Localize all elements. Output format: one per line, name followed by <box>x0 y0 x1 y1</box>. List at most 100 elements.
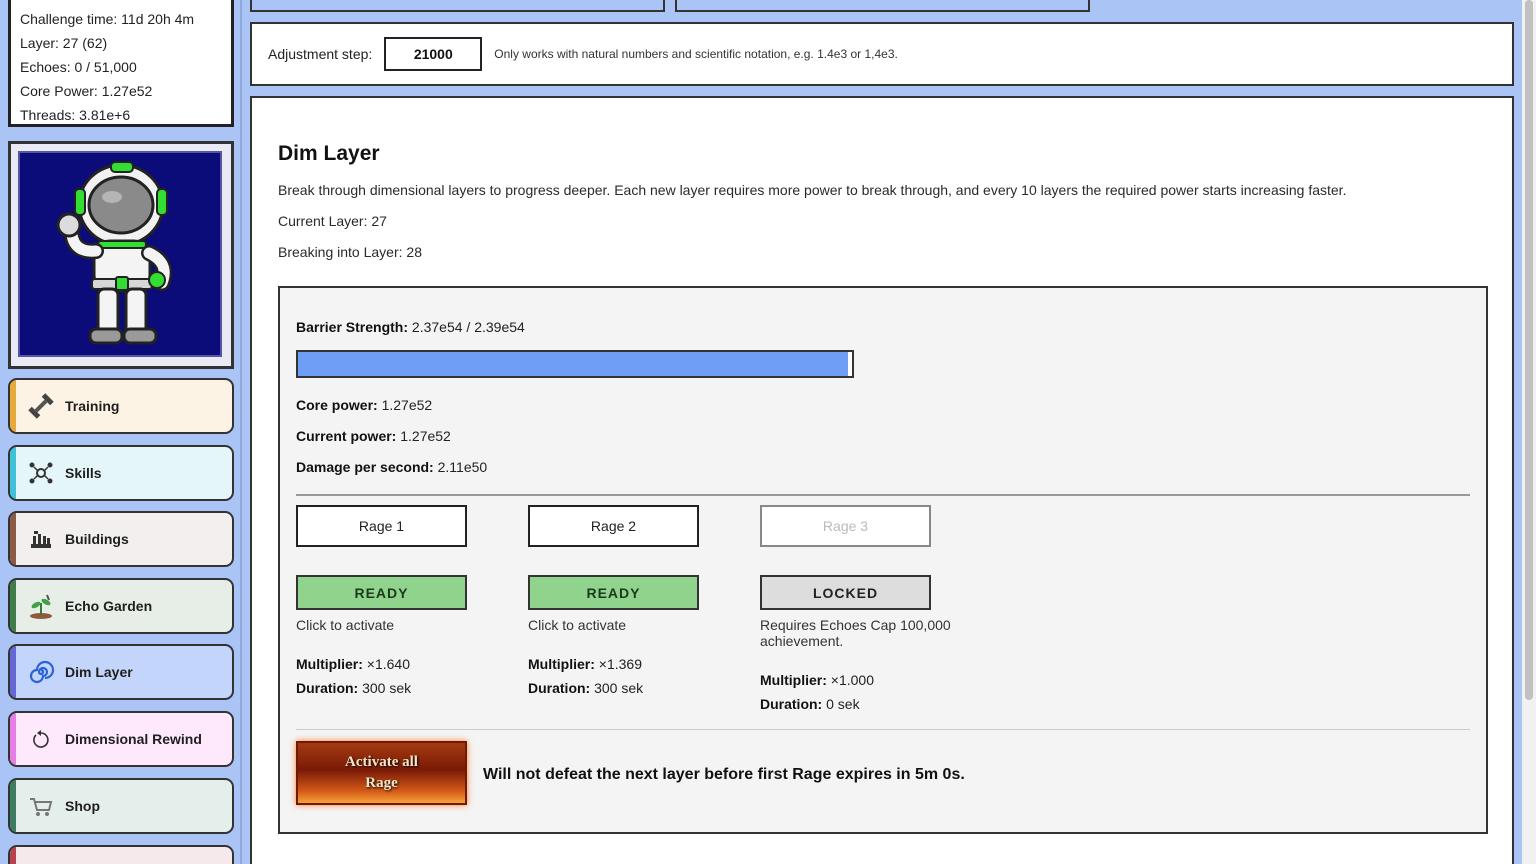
threads-stat: Threads: 3.81e+6 <box>20 107 131 123</box>
nav-accent <box>10 380 16 432</box>
adjustment-step-bar: Adjustment step: Only works with natural… <box>250 22 1514 86</box>
page-title: Dim Layer <box>278 142 380 165</box>
duration-value: 300 sek <box>594 680 644 696</box>
rage-2-button[interactable]: Rage 2 <box>528 505 699 547</box>
activate-all-label-line2: Rage <box>365 775 398 791</box>
barrier-panel: Barrier Strength: 2.37e54 / 2.39e54 Core… <box>278 286 1488 834</box>
challenge-time: Challenge time: 11d 20h 4m <box>20 11 195 27</box>
activate-all-rage-button[interactable]: Activate all Rage <box>296 741 467 805</box>
rage-3-status: LOCKED <box>760 575 931 610</box>
rewind-icon <box>24 722 58 756</box>
damage-per-second: Damage per second: 2.11e50 <box>296 459 487 475</box>
divider <box>296 494 1470 496</box>
dim-layer-description: Break through dimensional layers to prog… <box>278 182 1347 198</box>
multiplier-label: Multiplier: <box>528 656 595 672</box>
adjustment-step-hint: Only works with natural numbers and scie… <box>494 47 898 61</box>
duration-value: 300 sek <box>362 680 412 696</box>
barrier-progress-bar <box>296 350 854 378</box>
current-power: Current power: 1.27e52 <box>296 428 451 444</box>
astronaut-avatar <box>18 151 222 357</box>
multiplier-value: ×1.000 <box>830 672 874 688</box>
astronaut-icon <box>56 161 173 345</box>
top-panel-right <box>675 0 1090 12</box>
sidebar-item-label: Shop <box>65 798 100 814</box>
rage-2-note: Click to activate <box>528 617 627 633</box>
nav-accent <box>10 713 16 765</box>
barrier-strength-label: Barrier Strength: <box>296 319 409 335</box>
core-power-stat: Core Power: 1.27e52 <box>20 83 153 99</box>
sidebar-item-echo-garden[interactable]: Echo Garden <box>8 578 234 634</box>
rage-1-status[interactable]: READY <box>296 575 467 610</box>
nav-accent <box>10 646 16 698</box>
sidebar-item-label: Buildings <box>65 531 129 547</box>
rage-1-button[interactable]: Rage 1 <box>296 505 467 547</box>
sidebar-item-skills[interactable]: Skills <box>8 445 234 501</box>
buildings-icon <box>24 522 58 556</box>
dim-layer-panel: Dim Layer Break through dimensional laye… <box>250 96 1514 864</box>
sprout-icon <box>24 589 58 623</box>
adjustment-step-input[interactable] <box>384 37 483 71</box>
sidebar-item-label: Skills <box>65 465 102 481</box>
layer-stat: Layer: 27 (62) <box>20 35 108 51</box>
duration-value: 0 sek <box>826 696 860 712</box>
rage-3-button[interactable]: Rage 3 <box>760 505 931 547</box>
nav-accent <box>10 580 16 632</box>
rage-2-multiplier: Multiplier: ×1.369 <box>528 656 642 672</box>
sidebar-item-label: Dim Layer <box>65 664 133 680</box>
dumbbell-icon <box>24 389 58 423</box>
adjustment-step-label: Adjustment step: <box>268 46 373 62</box>
nav-accent <box>10 513 16 565</box>
divider <box>296 729 1470 730</box>
sidebar-item-partial[interactable] <box>8 845 234 864</box>
duration-label: Duration: <box>528 680 591 696</box>
sidebar-item-dimensional-rewind[interactable]: Dimensional Rewind <box>8 711 234 767</box>
current-layer: Current Layer: 27 <box>278 213 387 229</box>
stats-panel: Challenge time: 11d 20h 4m Layer: 27 (62… <box>8 0 234 127</box>
nav-accent <box>10 780 16 832</box>
sidebar-item-label: Dimensional Rewind <box>65 731 202 747</box>
multiplier-value: ×1.640 <box>366 656 410 672</box>
sidebar-item-label: Echo Garden <box>65 598 153 614</box>
scrollbar[interactable] <box>1522 0 1536 864</box>
damage-per-second-label: Damage per second: <box>296 459 434 475</box>
avatar-frame <box>8 141 234 369</box>
activate-all-label-line1: Activate all <box>345 754 418 770</box>
rage-2-status[interactable]: READY <box>528 575 699 610</box>
cart-icon <box>24 789 58 823</box>
current-power-label: Current power: <box>296 428 397 444</box>
skill-tree-icon <box>24 456 58 490</box>
core-power-value: 1.27e52 <box>381 397 433 413</box>
duration-label: Duration: <box>296 680 359 696</box>
sidebar-item-buildings[interactable]: Buildings <box>8 511 234 567</box>
nav-accent <box>10 447 16 499</box>
duration-label: Duration: <box>760 696 823 712</box>
sidebar: Challenge time: 11d 20h 4m Layer: 27 (62… <box>0 0 242 864</box>
rage-1-multiplier: Multiplier: ×1.640 <box>296 656 410 672</box>
spiral-icon <box>24 655 58 689</box>
barrier-strength-value: 2.37e54 / 2.39e54 <box>411 319 525 335</box>
current-power-value: 1.27e52 <box>400 428 451 444</box>
rage-2-duration: Duration: 300 sek <box>528 680 643 696</box>
rage-3-note: Requires Echoes Cap 100,000 achievement. <box>760 617 951 649</box>
multiplier-value: ×1.369 <box>598 656 642 672</box>
echoes-stat: Echoes: 0 / 51,000 <box>20 59 137 75</box>
sidebar-item-label: Training <box>65 398 120 414</box>
rage-3-duration: Duration: 0 sek <box>760 696 860 712</box>
scrollbar-thumb[interactable] <box>1525 0 1533 700</box>
barrier-progress-fill <box>298 352 848 376</box>
rage-1-duration: Duration: 300 sek <box>296 680 411 696</box>
barrier-strength: Barrier Strength: 2.37e54 / 2.39e54 <box>296 319 525 335</box>
sidebar-item-training[interactable]: Training <box>8 378 234 434</box>
rage-warning: Will not defeat the next layer before fi… <box>483 766 965 783</box>
nav-accent <box>10 847 16 864</box>
sidebar-item-dim-layer[interactable]: Dim Layer <box>8 644 234 700</box>
top-panel-left <box>250 0 665 12</box>
multiplier-label: Multiplier: <box>760 672 827 688</box>
core-power-label: Core power: <box>296 397 378 413</box>
breaking-into-layer: Breaking into Layer: 28 <box>278 244 422 260</box>
multiplier-label: Multiplier: <box>296 656 363 672</box>
rage-1-note: Click to activate <box>296 617 395 633</box>
damage-per-second-value: 2.11e50 <box>437 459 488 475</box>
core-power: Core power: 1.27e52 <box>296 397 432 413</box>
sidebar-item-shop[interactable]: Shop <box>8 778 234 834</box>
